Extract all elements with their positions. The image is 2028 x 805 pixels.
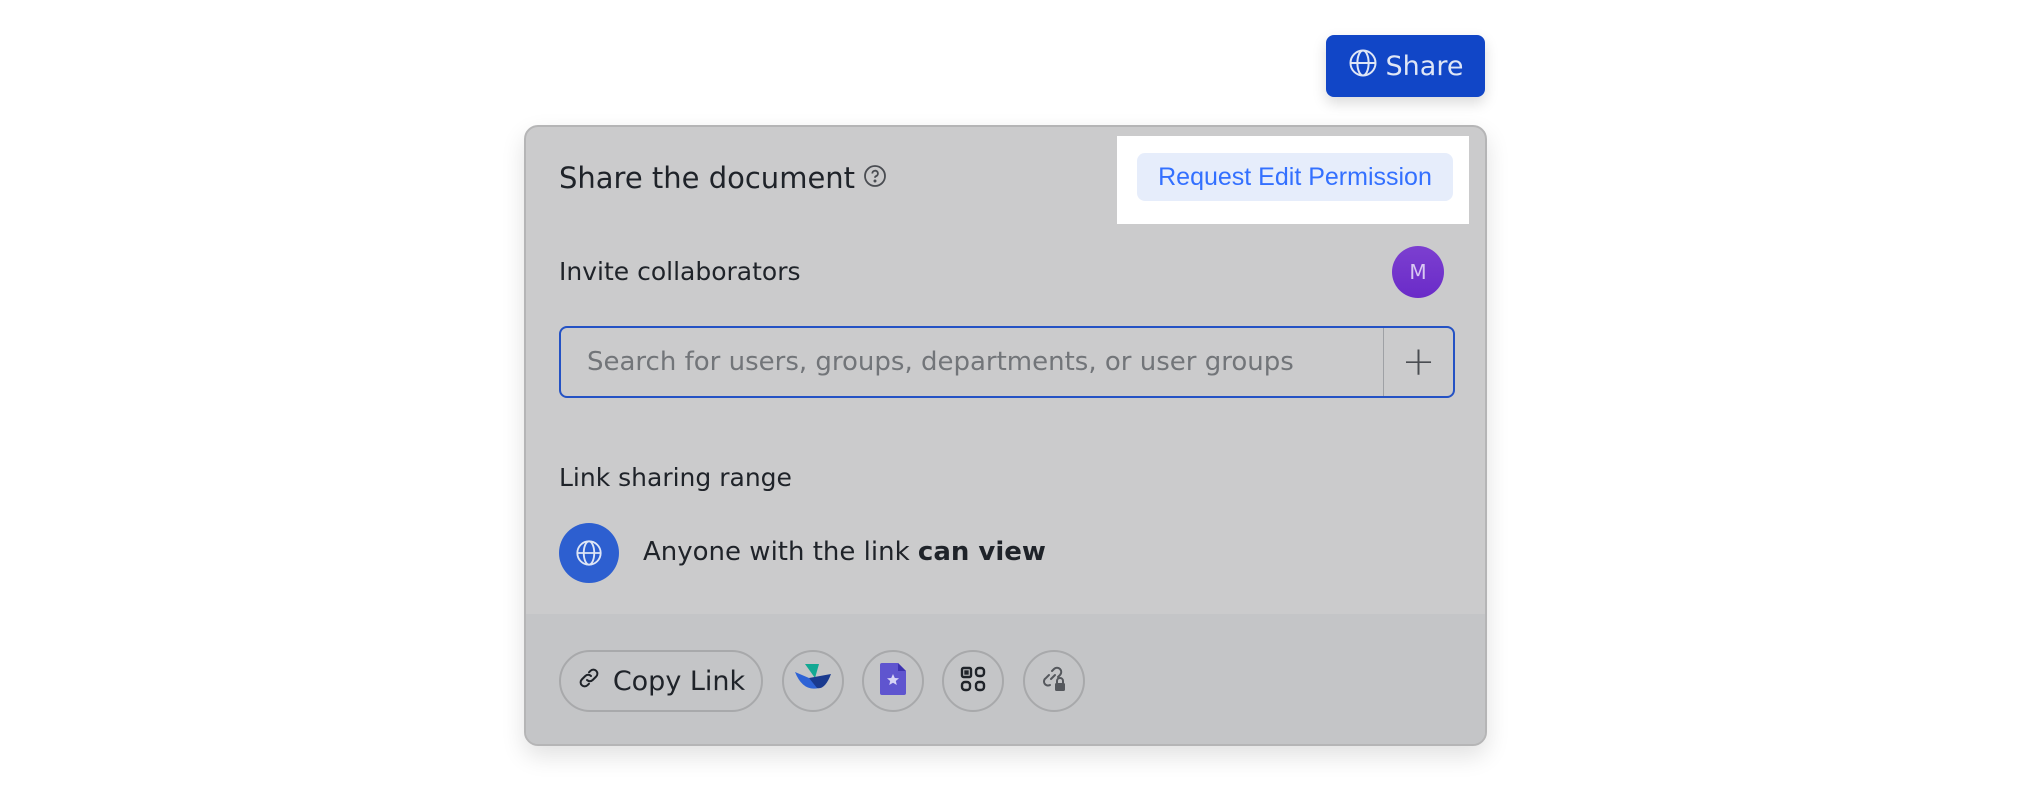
range-permission: can view <box>917 537 1046 567</box>
link-lock-button[interactable] <box>1023 650 1085 712</box>
share-panel: Share the document Request Edit Permissi… <box>524 125 1487 746</box>
share-button-label: Share <box>1385 50 1464 82</box>
link-lock-icon <box>1040 665 1068 697</box>
copy-link-label: Copy Link <box>612 665 746 697</box>
search-input[interactable] <box>561 328 1383 396</box>
search-field[interactable]: + <box>559 326 1455 398</box>
qr-code-button[interactable] <box>942 650 1004 712</box>
doc-star-button[interactable] <box>862 650 924 712</box>
invite-label: Invite collaborators <box>559 257 801 286</box>
share-button[interactable]: Share <box>1326 35 1485 97</box>
copy-link-button[interactable]: Copy Link <box>559 650 763 712</box>
avatar[interactable]: M <box>1392 246 1444 298</box>
request-edit-permission-button[interactable]: Request Edit Permission <box>1137 153 1453 201</box>
range-text: Anyone with the link <box>643 537 918 567</box>
qr-code-icon <box>960 666 986 696</box>
panel-footer: Copy Link <box>526 614 1485 744</box>
link-range-setting[interactable]: Anyone with the link can view <box>643 537 1046 567</box>
link-range-label: Link sharing range <box>559 463 792 492</box>
globe-icon <box>1348 48 1378 85</box>
link-icon <box>577 666 601 697</box>
plus-icon: + <box>1401 339 1436 385</box>
lark-share-button[interactable] <box>782 650 844 712</box>
add-collaborator-button[interactable]: + <box>1383 328 1453 396</box>
request-highlight: Request Edit Permission <box>1117 136 1469 224</box>
help-icon[interactable] <box>863 161 887 195</box>
panel-title-text: Share the document <box>559 161 856 195</box>
lark-share-icon <box>795 664 831 698</box>
doc-star-icon <box>880 663 906 699</box>
panel-title: Share the document <box>559 161 887 195</box>
globe-icon <box>559 523 619 583</box>
